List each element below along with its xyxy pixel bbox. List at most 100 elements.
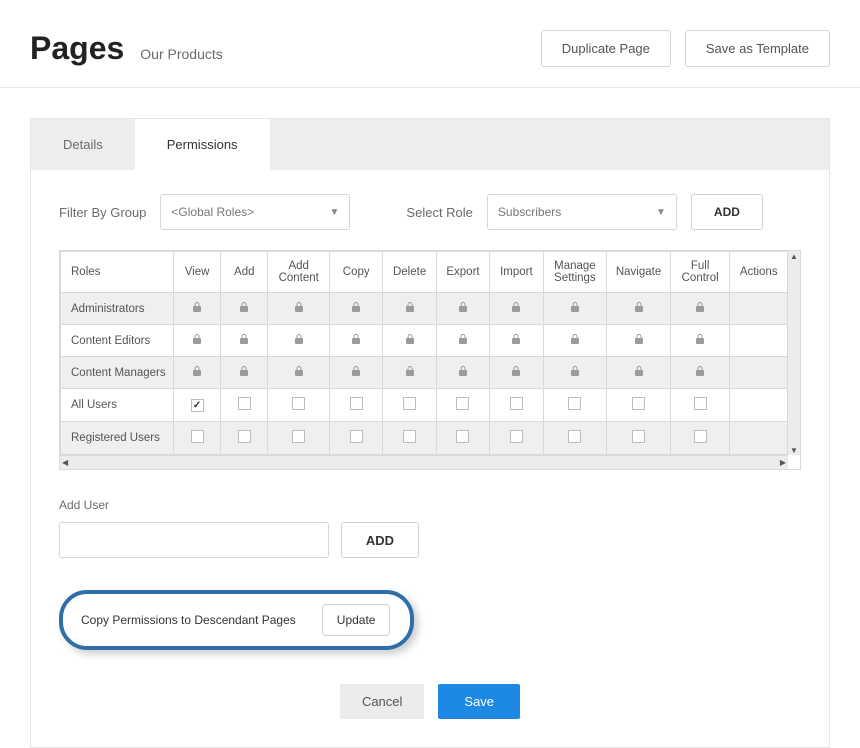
tabs: Details Permissions xyxy=(31,119,829,170)
permission-cell xyxy=(436,357,489,389)
role-name-cell: Content Editors xyxy=(61,325,174,357)
update-button[interactable]: Update xyxy=(322,604,391,636)
permission-cell xyxy=(330,293,383,325)
duplicate-page-button[interactable]: Duplicate Page xyxy=(541,30,671,67)
save-button[interactable]: Save xyxy=(438,684,520,719)
permission-checkbox[interactable] xyxy=(456,430,469,443)
permission-cell xyxy=(221,357,268,389)
lock-icon xyxy=(694,336,706,348)
panel: Details Permissions Filter By Group <Glo… xyxy=(30,118,830,748)
permission-cell xyxy=(490,293,543,325)
lock-icon xyxy=(694,304,706,316)
lock-icon xyxy=(238,368,250,380)
permission-checkbox[interactable] xyxy=(350,397,363,410)
permission-cell xyxy=(330,357,383,389)
permission-cell xyxy=(221,422,268,455)
table-row: All Users xyxy=(61,389,788,422)
lock-icon xyxy=(238,336,250,348)
permission-cell xyxy=(543,389,607,422)
permission-checkbox[interactable] xyxy=(632,397,645,410)
role-name-cell: Registered Users xyxy=(61,422,174,455)
add-user-input[interactable] xyxy=(59,522,329,558)
permission-checkbox[interactable] xyxy=(694,430,707,443)
table-row: Content Editors xyxy=(61,325,788,357)
permission-checkbox[interactable] xyxy=(403,397,416,410)
column-header: Manage Settings xyxy=(543,252,607,293)
permission-checkbox[interactable] xyxy=(403,430,416,443)
permission-checkbox[interactable] xyxy=(292,430,305,443)
column-header: Navigate xyxy=(607,252,671,293)
permission-cell xyxy=(173,422,220,455)
permission-checkbox[interactable] xyxy=(350,430,363,443)
tab-permissions[interactable]: Permissions xyxy=(135,119,270,170)
add-role-button[interactable]: ADD xyxy=(691,194,763,230)
lock-icon xyxy=(457,368,469,380)
column-header: Import xyxy=(490,252,543,293)
add-user-label: Add User xyxy=(59,498,801,512)
select-role-select[interactable]: Subscribers ▼ xyxy=(487,194,677,230)
permission-cell xyxy=(670,293,730,325)
permission-cell xyxy=(383,422,436,455)
permission-cell xyxy=(730,357,788,389)
lock-icon xyxy=(510,304,522,316)
column-header: View xyxy=(173,252,220,293)
permission-checkbox[interactable] xyxy=(292,397,305,410)
permission-cell xyxy=(436,422,489,455)
permission-checkbox[interactable] xyxy=(191,430,204,443)
permission-checkbox[interactable] xyxy=(632,430,645,443)
lock-icon xyxy=(293,368,305,380)
table-row: Administrators xyxy=(61,293,788,325)
permission-checkbox[interactable] xyxy=(238,397,251,410)
permission-cell xyxy=(490,389,543,422)
lock-icon xyxy=(404,368,416,380)
page-title: Pages xyxy=(30,30,124,67)
permission-cell xyxy=(221,325,268,357)
permission-checkbox[interactable] xyxy=(568,397,581,410)
chevron-down-icon: ▼ xyxy=(656,207,666,218)
permission-cell xyxy=(221,293,268,325)
lock-icon xyxy=(293,336,305,348)
vertical-scrollbar[interactable]: ▲ ▼ xyxy=(788,251,800,455)
permission-checkbox[interactable] xyxy=(238,430,251,443)
lock-icon xyxy=(633,336,645,348)
lock-icon xyxy=(350,368,362,380)
permission-cell xyxy=(173,325,220,357)
permission-cell xyxy=(607,293,671,325)
permissions-table: RolesViewAddAdd ContentCopyDeleteExportI… xyxy=(60,251,788,455)
permission-cell xyxy=(543,357,607,389)
permission-cell xyxy=(383,293,436,325)
filter-by-group-value: <Global Roles> xyxy=(171,205,254,219)
add-user-section: Add User ADD xyxy=(59,498,801,558)
permission-cell xyxy=(730,325,788,357)
header-actions: Duplicate Page Save as Template xyxy=(541,30,830,67)
add-user-button[interactable]: ADD xyxy=(341,522,419,558)
lock-icon xyxy=(569,368,581,380)
lock-icon xyxy=(293,304,305,316)
tab-details[interactable]: Details xyxy=(31,119,135,170)
permission-cell xyxy=(268,389,330,422)
permission-checkbox[interactable] xyxy=(694,397,707,410)
column-header: Roles xyxy=(61,252,174,293)
filter-by-group-select[interactable]: <Global Roles> ▼ xyxy=(160,194,350,230)
role-name-cell: Administrators xyxy=(61,293,174,325)
table-row: Content Managers xyxy=(61,357,788,389)
role-name-cell: All Users xyxy=(61,389,174,422)
permission-checkbox[interactable] xyxy=(568,430,581,443)
column-header: Copy xyxy=(330,252,383,293)
lock-icon xyxy=(633,368,645,380)
cancel-button[interactable]: Cancel xyxy=(340,684,424,719)
permission-cell xyxy=(330,422,383,455)
permission-cell xyxy=(607,389,671,422)
horizontal-scrollbar[interactable]: ◀ ▶ xyxy=(60,455,788,469)
permission-cell xyxy=(670,422,730,455)
save-as-template-button[interactable]: Save as Template xyxy=(685,30,830,67)
lock-icon xyxy=(404,336,416,348)
permission-checkbox[interactable] xyxy=(191,399,204,412)
footer-actions: Cancel Save xyxy=(59,684,801,719)
permission-checkbox[interactable] xyxy=(510,397,523,410)
lock-icon xyxy=(191,304,203,316)
permission-checkbox[interactable] xyxy=(456,397,469,410)
permission-checkbox[interactable] xyxy=(510,430,523,443)
permission-cell xyxy=(268,357,330,389)
scroll-right-icon: ▶ xyxy=(780,458,786,467)
